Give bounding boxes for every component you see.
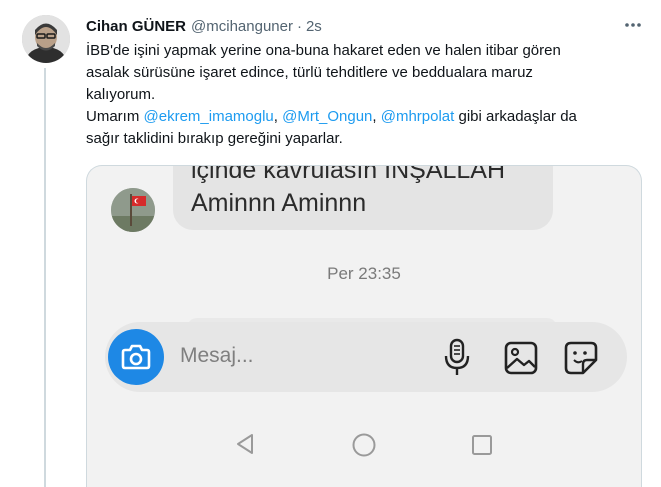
more-options-icon[interactable] bbox=[620, 14, 646, 36]
tweet-time[interactable]: 2s bbox=[306, 18, 322, 35]
tweet-line: kalıyorum. bbox=[86, 86, 156, 103]
tweet-header: Cihan GÜNER @mcihanguner · 2s bbox=[86, 16, 322, 36]
mention-link[interactable]: @mhrpolat bbox=[381, 108, 455, 125]
camera-icon[interactable] bbox=[108, 329, 164, 385]
microphone-icon[interactable] bbox=[443, 338, 471, 378]
message-input[interactable]: Mesaj... bbox=[180, 344, 254, 368]
message-text: Aminnn Aminnn bbox=[191, 189, 367, 217]
thread-line bbox=[44, 68, 46, 487]
message-input-bar: Mesaj... bbox=[105, 322, 627, 392]
chat-avatar bbox=[111, 188, 155, 232]
tweet-line: asalak sürüsüne işaret edince, türlü teh… bbox=[86, 64, 533, 81]
author-name[interactable]: Cihan GÜNER bbox=[86, 18, 186, 35]
mention-link[interactable]: @Mrt_Ongun bbox=[282, 108, 372, 125]
nav-recent-icon[interactable] bbox=[471, 434, 493, 456]
tweet-line: sağır taklidini bırakıp gereğini yaparla… bbox=[86, 130, 343, 147]
nav-back-icon[interactable] bbox=[233, 432, 257, 456]
mention-link[interactable]: @ekrem_imamoglu bbox=[144, 108, 274, 125]
tweet-text-fragment: , bbox=[372, 108, 381, 125]
message-timestamp: Per 23:35 bbox=[327, 264, 401, 283]
tweet-line: İBB'de işini yapmak yerine ona-buna haka… bbox=[86, 42, 561, 59]
tweet[interactable]: Cihan GÜNER @mcihanguner · 2s İBB'de işi… bbox=[0, 0, 661, 487]
nav-home-icon[interactable] bbox=[351, 432, 377, 458]
separator-dot: · bbox=[296, 17, 302, 35]
tweet-line-mentions: Umarım @ekrem_imamoglu, @Mrt_Ongun, @mhr… bbox=[86, 106, 642, 128]
tweet-text-fragment: gibi arkadaşlar da bbox=[454, 108, 577, 125]
tweet-text-fragment: , bbox=[273, 108, 283, 125]
android-nav-bar bbox=[87, 416, 641, 474]
attached-screenshot[interactable]: içinde kavrulasın İNŞALLAH Aminnn Aminnn… bbox=[86, 165, 642, 487]
message-bubble: içinde kavrulasın İNŞALLAH Aminnn Aminnn bbox=[173, 165, 553, 230]
tweet-text-fragment: Umarım bbox=[86, 108, 144, 125]
message-text: içinde kavrulasın İNŞALLAH bbox=[191, 165, 506, 184]
author-handle[interactable]: @mcihanguner bbox=[191, 18, 293, 35]
image-icon[interactable] bbox=[503, 340, 539, 376]
sticker-icon[interactable] bbox=[563, 340, 599, 376]
author-avatar[interactable] bbox=[22, 15, 70, 63]
tweet-text: İBB'de işini yapmak yerine ona-buna haka… bbox=[86, 40, 642, 150]
